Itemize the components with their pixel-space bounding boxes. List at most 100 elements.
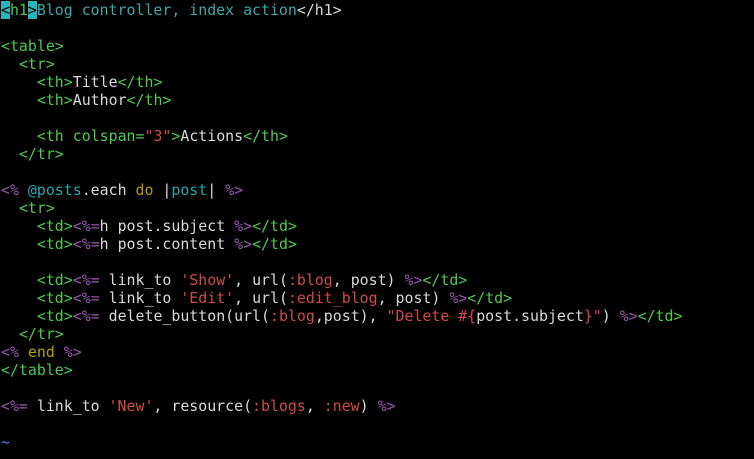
code-token: link_to bbox=[99, 271, 181, 289]
code-line[interactable]: </table> bbox=[1, 361, 753, 379]
code-token: <td> bbox=[36, 289, 73, 307]
code-token: ) bbox=[359, 397, 378, 415]
code-line[interactable]: </tr> bbox=[1, 145, 753, 163]
code-token: <%= bbox=[72, 271, 100, 289]
code-token: </tr> bbox=[18, 145, 64, 163]
code-token: end bbox=[27, 343, 55, 361]
code-token: link_to bbox=[27, 397, 109, 415]
cursor: < bbox=[1, 1, 10, 19]
code-line[interactable]: <td><%= delete_button(url(:blog,post), "… bbox=[1, 307, 753, 325]
code-line[interactable]: <th>Title</th> bbox=[1, 73, 753, 91]
code-token: :blog bbox=[270, 307, 315, 325]
code-token: <td> bbox=[36, 271, 73, 289]
code-token: Author bbox=[72, 91, 127, 109]
code-token: </h1> bbox=[296, 1, 342, 19]
code-token: h1 bbox=[9, 1, 28, 19]
code-line[interactable]: <h1>Blog controller, index action</h1> bbox=[1, 1, 753, 19]
code-token: do bbox=[135, 181, 154, 199]
code-token: > bbox=[171, 127, 181, 145]
code-line[interactable]: <td><%= link_to 'Edit', url(:edit_blog, … bbox=[1, 289, 753, 307]
code-editor[interactable]: <h1>Blog controller, index action</h1> <… bbox=[1, 1, 753, 458]
code-line[interactable] bbox=[1, 415, 753, 433]
code-line[interactable]: <%= link_to 'New', resource(:blogs, :new… bbox=[1, 397, 753, 415]
code-token: <tr> bbox=[18, 55, 55, 73]
code-line[interactable]: <tr> bbox=[1, 55, 753, 73]
code-token: <% bbox=[1, 343, 19, 361]
code-token: h post.content bbox=[99, 235, 235, 253]
code-token: "3" bbox=[144, 127, 172, 145]
code-token: @posts bbox=[27, 181, 82, 199]
code-token: %> bbox=[404, 271, 423, 289]
code-token: %> bbox=[377, 397, 396, 415]
code-token: </table> bbox=[1, 361, 73, 379]
code-line[interactable]: <td><%=h post.content %></td> bbox=[1, 235, 753, 253]
code-line[interactable] bbox=[1, 163, 753, 181]
code-line[interactable]: <td><%=h post.subject %></td> bbox=[1, 217, 753, 235]
code-token: | bbox=[207, 181, 226, 199]
empty-line-marker[interactable]: ~ bbox=[1, 433, 753, 451]
code-line[interactable]: </tr> bbox=[1, 325, 753, 343]
code-token: <tr> bbox=[18, 199, 55, 217]
code-token: , bbox=[305, 397, 324, 415]
code-token: <%= bbox=[72, 235, 100, 253]
cursor: > bbox=[27, 1, 37, 19]
code-token: <th bbox=[36, 127, 73, 145]
code-token: <th> bbox=[36, 91, 73, 109]
code-line[interactable]: <td><%= link_to 'Show', url(:blog, post)… bbox=[1, 271, 753, 289]
code-token: link_to bbox=[99, 289, 181, 307]
code-token: </td> bbox=[467, 289, 513, 307]
code-token: :edit_blog bbox=[287, 289, 378, 307]
code-line[interactable] bbox=[1, 19, 753, 37]
code-token: 'New' bbox=[108, 397, 154, 415]
code-line[interactable]: <th>Author</th> bbox=[1, 91, 753, 109]
code-token: </tr> bbox=[18, 325, 64, 343]
code-token: </td> bbox=[252, 217, 297, 235]
code-token: </th> bbox=[243, 127, 288, 145]
code-token: , url( bbox=[234, 289, 288, 307]
code-token: <td> bbox=[36, 235, 73, 253]
code-token: ~ bbox=[1, 433, 10, 451]
code-line[interactable]: <tr> bbox=[1, 199, 753, 217]
code-line[interactable] bbox=[1, 109, 753, 127]
code-token: %> bbox=[234, 217, 253, 235]
code-token: </th> bbox=[126, 91, 172, 109]
code-token: <%= bbox=[72, 307, 100, 325]
code-token: </th> bbox=[117, 73, 163, 91]
code-token: :new bbox=[323, 397, 360, 415]
code-token: , post) bbox=[377, 289, 450, 307]
code-token: Title bbox=[72, 73, 118, 91]
code-token: post.subject bbox=[476, 307, 584, 325]
code-token: <%= bbox=[72, 289, 100, 307]
code-line[interactable]: <% @posts.each do |post| %> bbox=[1, 181, 753, 199]
code-line[interactable]: <th colspan="3">Actions</th> bbox=[1, 127, 753, 145]
code-token: , resource( bbox=[153, 397, 253, 415]
code-line[interactable] bbox=[1, 379, 753, 397]
code-token: %> bbox=[234, 235, 253, 253]
code-token: %> bbox=[225, 181, 244, 199]
code-token: <td> bbox=[36, 307, 73, 325]
code-token: , post) bbox=[332, 271, 405, 289]
code-line[interactable]: <table> bbox=[1, 37, 753, 55]
code-token: Blog controller, index action bbox=[36, 1, 297, 19]
code-line[interactable]: <% end %> bbox=[1, 343, 753, 361]
code-token: .each bbox=[81, 181, 136, 199]
code-line[interactable] bbox=[1, 253, 753, 271]
code-token: | bbox=[153, 181, 172, 199]
code-token: ) bbox=[601, 307, 620, 325]
code-token: Actions bbox=[180, 127, 244, 145]
code-token: %> bbox=[619, 307, 638, 325]
code-token: %> bbox=[63, 343, 82, 361]
code-token: ,post), bbox=[314, 307, 387, 325]
